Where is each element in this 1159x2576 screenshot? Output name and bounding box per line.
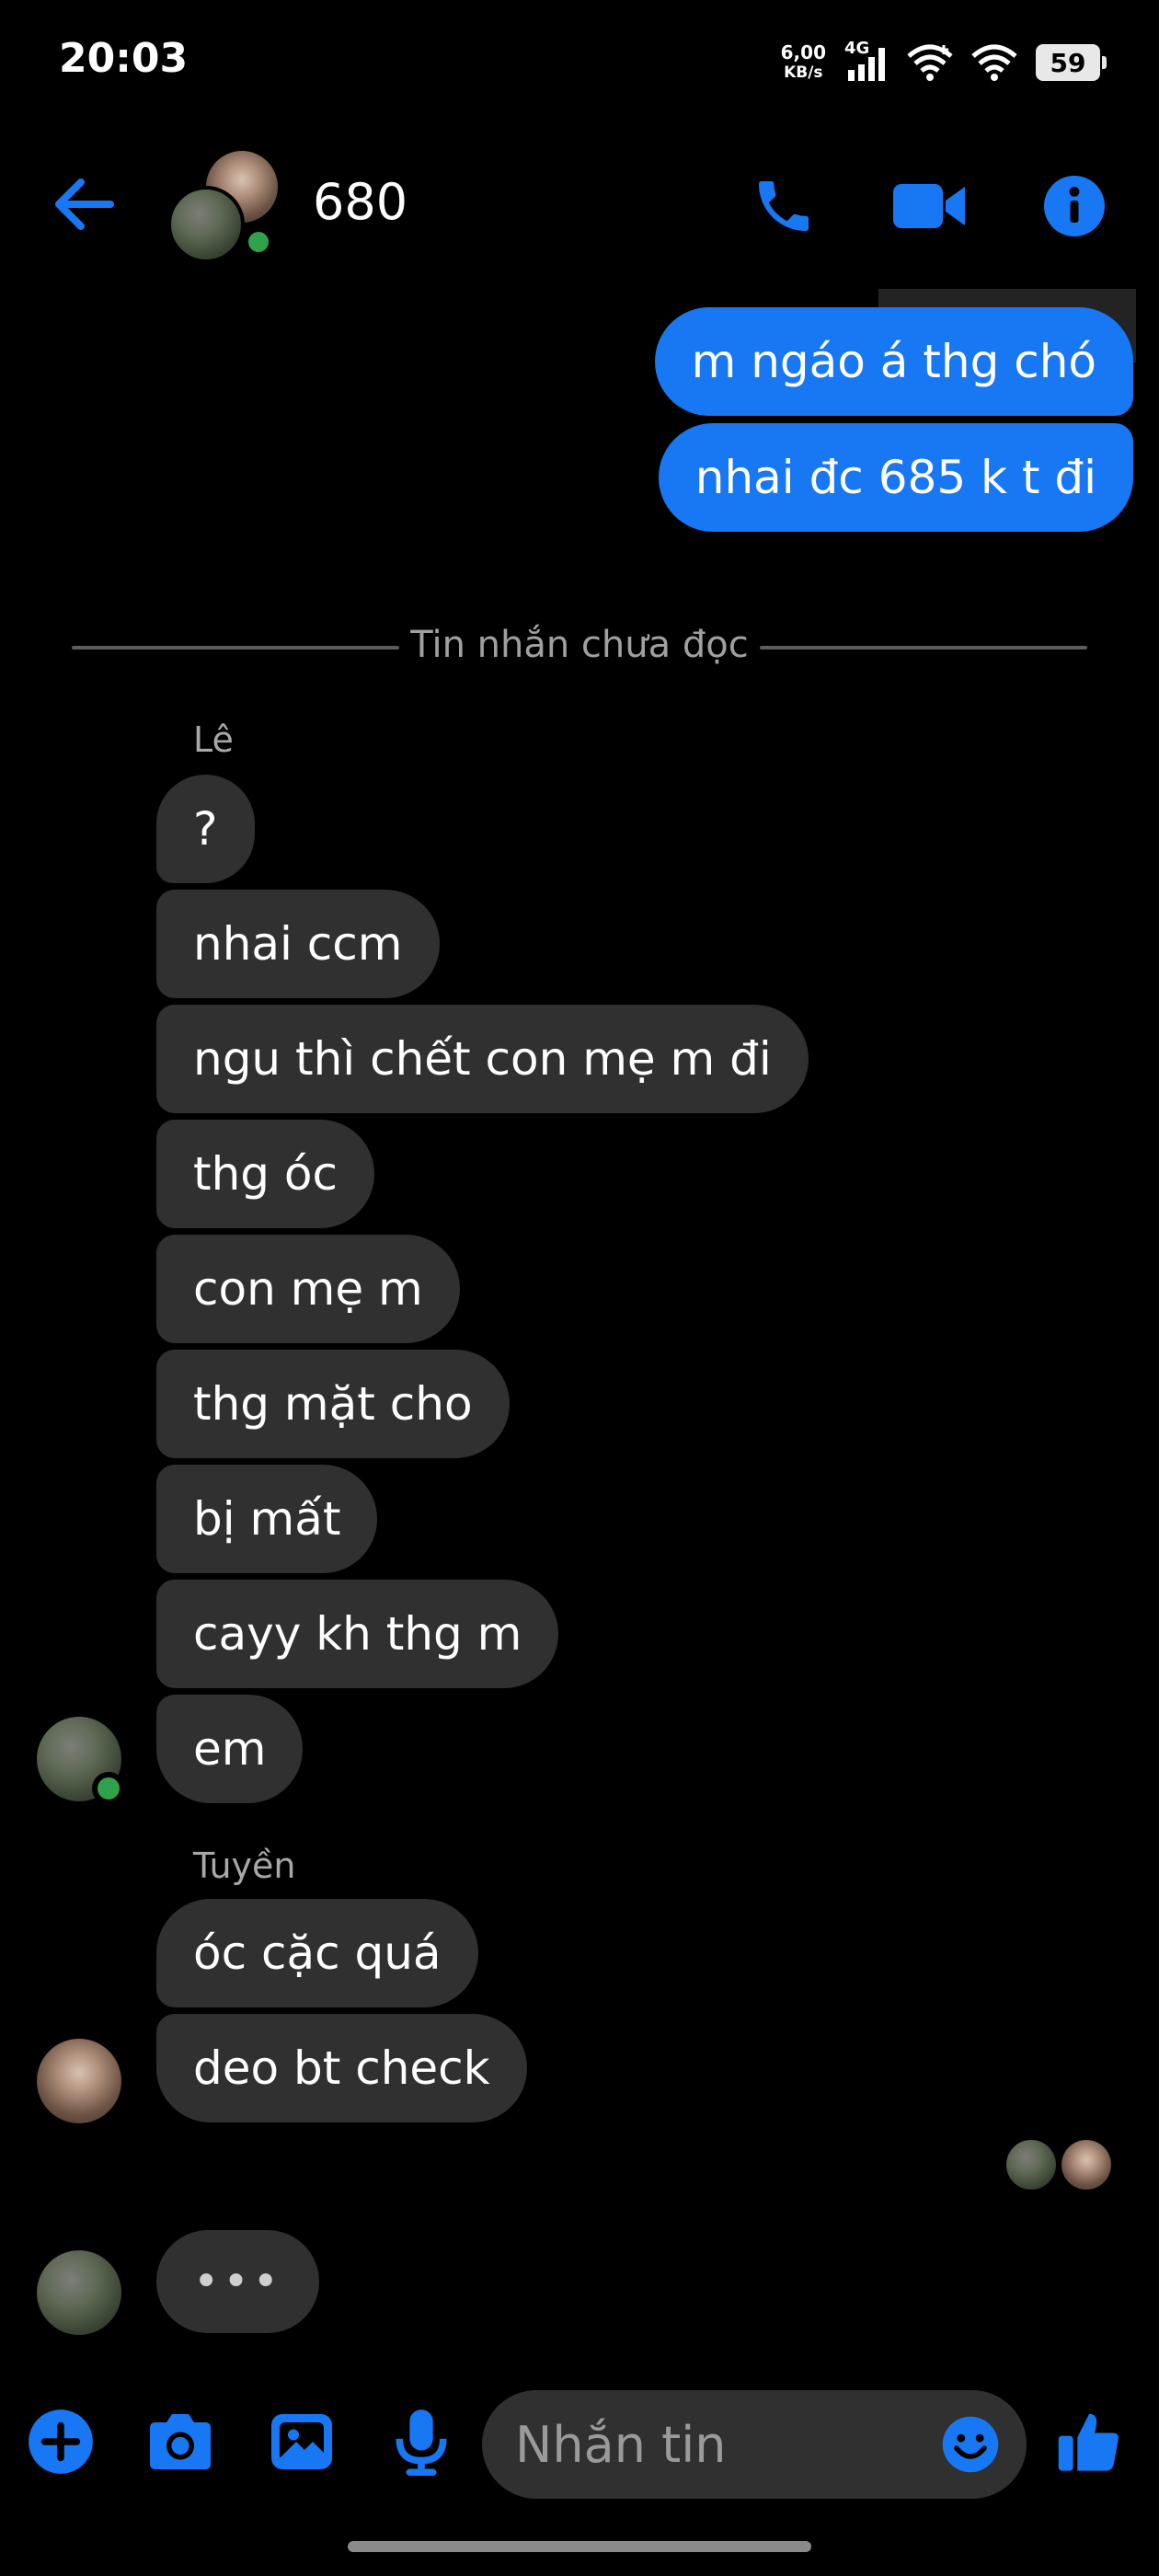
outgoing-message[interactable]: nhai đc 685 k t đi: [658, 423, 1133, 532]
chat-title[interactable]: 680: [313, 173, 407, 231]
thumbs-up-icon: [1058, 2413, 1119, 2471]
status-icons: 6,00 KB/s 4G 59: [780, 35, 1107, 90]
video-call-button[interactable]: [890, 167, 968, 245]
gallery-button[interactable]: [259, 2399, 344, 2484]
network-speed: 6,00 KB/s: [780, 41, 826, 82]
sender-name: Tuyền: [193, 1846, 296, 1886]
incoming-message[interactable]: em: [156, 1695, 304, 1803]
incoming-message[interactable]: nhai ccm: [156, 890, 440, 998]
video-camera-icon: [893, 184, 965, 228]
battery-indicator: 59: [1036, 44, 1107, 81]
info-icon: [1044, 176, 1105, 236]
incoming-message[interactable]: ?: [156, 775, 255, 883]
phone-icon: [759, 181, 809, 231]
sender-avatar[interactable]: [37, 2039, 121, 2123]
typing-indicator: •••: [156, 2230, 319, 2333]
back-arrow-icon: [55, 178, 114, 230]
conversation-info-button[interactable]: [1036, 167, 1113, 245]
incoming-message[interactable]: cayy kh thg m: [156, 1580, 559, 1688]
online-status-dot: [92, 1772, 125, 1805]
outgoing-message[interactable]: m ngáo á thg chó: [654, 307, 1133, 416]
emoji-icon[interactable]: [940, 2414, 1001, 2475]
voice-call-button[interactable]: [745, 167, 822, 245]
back-button[interactable]: [48, 167, 121, 241]
voice-message-button[interactable]: [379, 2399, 464, 2484]
microphone-icon: [396, 2409, 447, 2477]
wifi-icon-secondary: [971, 44, 1017, 81]
incoming-message[interactable]: con mẹ m: [156, 1235, 460, 1343]
divider-line-right: [760, 646, 1087, 650]
incoming-message[interactable]: thg mặt cho: [156, 1350, 510, 1458]
incoming-message[interactable]: thg óc: [156, 1120, 375, 1228]
like-button[interactable]: [1047, 2399, 1131, 2484]
typing-user-avatar: [37, 2250, 121, 2335]
message-input[interactable]: Nhắn tin: [482, 2390, 1027, 2499]
more-actions-button[interactable]: [18, 2399, 103, 2484]
status-time: 20:03: [59, 35, 189, 82]
camera-icon: [150, 2414, 211, 2469]
plus-icon: [29, 2409, 93, 2474]
camera-button[interactable]: [138, 2399, 223, 2484]
incoming-message[interactable]: deo bt check: [156, 2014, 527, 2122]
incoming-message[interactable]: óc cặc quá: [156, 1899, 478, 2007]
group-avatar[interactable]: [167, 151, 278, 263]
incoming-message[interactable]: bị mất: [156, 1465, 378, 1573]
seen-receipt-avatar: [1061, 2140, 1111, 2190]
incoming-message[interactable]: ngu thì chết con mẹ m đi: [156, 1005, 809, 1113]
message-input-placeholder: Nhắn tin: [515, 2415, 727, 2474]
online-status-dot: [243, 226, 274, 258]
unread-divider-label: Tin nhắn chưa đọc: [410, 624, 749, 666]
gallery-icon: [271, 2414, 332, 2469]
cellular-signal-icon: 4G: [844, 39, 889, 83]
member-avatar: [167, 186, 245, 263]
sender-name: Lê: [193, 719, 234, 760]
seen-receipt-avatar: [1006, 2140, 1056, 2190]
wifi-icon: [907, 44, 953, 81]
home-indicator[interactable]: [348, 2541, 811, 2552]
